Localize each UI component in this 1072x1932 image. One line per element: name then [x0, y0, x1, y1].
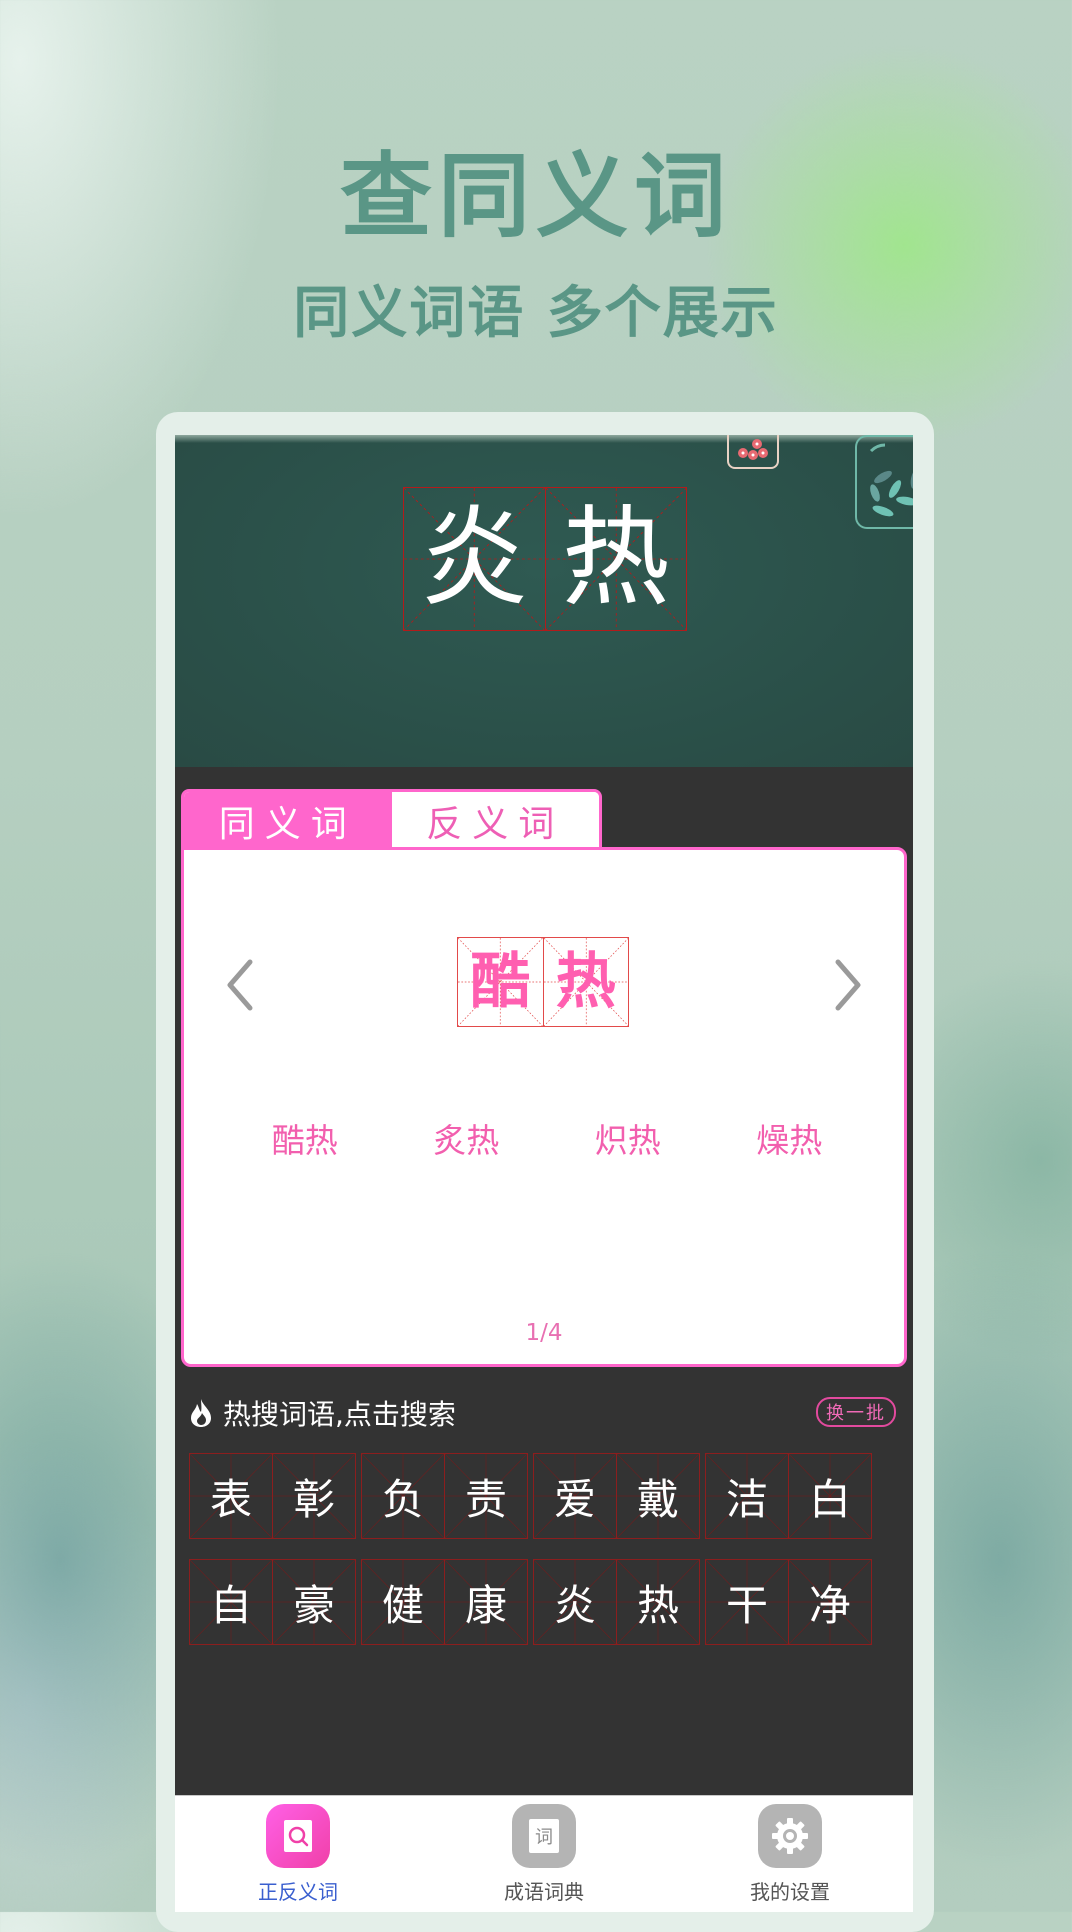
hot-word-char-cell: 炎 — [533, 1559, 617, 1645]
search-book-icon — [266, 1804, 330, 1868]
tab-idiom-dictionary[interactable]: 词 成语词典 — [421, 1796, 667, 1912]
hot-word-char: 戴 — [636, 1474, 679, 1524]
synonym-char-cell: 热 — [543, 938, 628, 1026]
tab-label: 我的设置 — [750, 1880, 830, 1904]
hot-word-char-cell: 彰 — [272, 1453, 356, 1539]
tab-my-settings[interactable]: 我的设置 — [667, 1796, 913, 1912]
hot-word-char: 白 — [808, 1474, 851, 1524]
hot-word-char: 康 — [464, 1580, 507, 1630]
hot-word-char-cell: 表 — [189, 1453, 273, 1539]
hot-word-button[interactable]: 表彰 — [189, 1453, 356, 1539]
chalkboard-header: 炎 热 — [175, 435, 913, 767]
synonym-char-cell: 酷 — [458, 938, 544, 1026]
hot-word-char-cell: 责 — [444, 1453, 528, 1539]
hot-words-row: 自豪健康炎热干净 — [189, 1559, 902, 1645]
hot-word-char-cell: 洁 — [705, 1453, 789, 1539]
hot-word-char: 健 — [381, 1580, 424, 1630]
hot-words-grid: 表彰负责爱戴洁白自豪健康炎热干净 — [189, 1453, 902, 1665]
synonym-item[interactable]: 酷热 — [272, 1114, 338, 1162]
gear-icon — [758, 1804, 822, 1868]
dictionary-icon: 词 — [512, 1804, 576, 1868]
hot-word-char-cell: 自 — [189, 1559, 273, 1645]
chevron-right-icon — [835, 959, 861, 1011]
hot-word-char: 豪 — [292, 1580, 335, 1630]
hot-word-char: 干 — [725, 1580, 768, 1630]
word-char-cell: 炎 — [404, 488, 546, 630]
refresh-batch-button[interactable]: 换一批 — [816, 1397, 896, 1427]
hot-word-char-cell: 净 — [788, 1559, 872, 1645]
hot-word-char: 净 — [808, 1580, 851, 1630]
hot-word-char-cell: 白 — [788, 1453, 872, 1539]
synonym-item[interactable]: 炙热 — [433, 1114, 499, 1162]
hot-word-char-cell: 健 — [361, 1559, 445, 1645]
next-button[interactable] — [824, 950, 874, 1020]
chevron-left-icon — [227, 959, 253, 1011]
hot-word-char: 表 — [209, 1474, 252, 1524]
page-indicator: 1/4 — [525, 1320, 563, 1346]
current-synonym-grid: 酷 热 — [457, 937, 629, 1027]
hot-word-char: 炎 — [553, 1580, 596, 1630]
synonym-list: 酷热 炙热 炽热 燥热 — [224, 1114, 870, 1162]
hot-word-button[interactable]: 干净 — [705, 1559, 872, 1645]
word-char: 热 — [561, 496, 670, 621]
hot-word-button[interactable]: 健康 — [361, 1559, 528, 1645]
flame-icon — [191, 1399, 211, 1427]
bottom-tab-bar: 正反义词 词 成语词典 我的设置 — [175, 1795, 913, 1912]
promo-title: 查同义词 — [339, 143, 732, 250]
hot-word-char-cell: 负 — [361, 1453, 445, 1539]
hot-search-header: 热搜词语,点击搜索 — [189, 1395, 456, 1431]
hot-search-title: 热搜词语,点击搜索 — [223, 1398, 456, 1431]
current-word-grid: 炎 热 — [403, 487, 687, 631]
word-char-cell: 热 — [545, 488, 686, 630]
hot-word-char-cell: 康 — [444, 1559, 528, 1645]
hot-word-button[interactable]: 自豪 — [189, 1559, 356, 1645]
hot-word-char: 热 — [636, 1580, 679, 1630]
hot-word-char: 自 — [209, 1580, 252, 1630]
hot-words-row: 表彰负责爱戴洁白 — [189, 1453, 902, 1539]
synonym-item[interactable]: 燥热 — [756, 1114, 822, 1162]
hot-word-char: 洁 — [725, 1474, 768, 1524]
hot-word-char: 责 — [464, 1474, 507, 1524]
leaves-decoration-icon — [855, 435, 913, 529]
tab-synonyms[interactable]: 同义词 — [184, 792, 392, 850]
tab-bar-synonym-antonym: 同义词 反义词 — [181, 789, 602, 850]
app-screen: 炎 热 同义词 反义词 酷 热 酷热 炙热 炽热 燥热 1/4 热搜词语,点击搜… — [175, 435, 913, 1912]
hot-word-char-cell: 爱 — [533, 1453, 617, 1539]
hot-word-char: 彰 — [292, 1474, 335, 1524]
tab-label: 成语词典 — [504, 1880, 584, 1904]
synonym-char: 热 — [555, 947, 616, 1017]
hot-word-char-cell: 豪 — [272, 1559, 356, 1645]
hot-word-char-cell: 戴 — [616, 1453, 700, 1539]
hot-word-char-cell: 热 — [616, 1559, 700, 1645]
promo-subtitle: 同义词语 多个展示 — [293, 281, 779, 346]
tab-antonyms[interactable]: 反义词 — [391, 792, 599, 850]
synonym-char: 酷 — [470, 947, 531, 1017]
hot-word-button[interactable]: 洁白 — [705, 1453, 872, 1539]
hot-word-button[interactable]: 炎热 — [533, 1559, 700, 1645]
tab-label: 正反义词 — [258, 1880, 338, 1904]
tab-antonym-synonym[interactable]: 正反义词 — [175, 1796, 421, 1912]
synonym-card: 酷 热 酷热 炙热 炽热 燥热 1/4 — [181, 847, 907, 1367]
hot-word-char-cell: 干 — [705, 1559, 789, 1645]
hot-word-char: 负 — [381, 1474, 424, 1524]
hot-word-char: 爱 — [553, 1474, 596, 1524]
synonym-item[interactable]: 炽热 — [595, 1114, 661, 1162]
hot-word-button[interactable]: 负责 — [361, 1453, 528, 1539]
word-char: 炎 — [420, 496, 529, 621]
dictionary-icon-glyph: 词 — [529, 1819, 559, 1853]
hot-word-button[interactable]: 爱戴 — [533, 1453, 700, 1539]
flowers-decoration-icon — [727, 435, 779, 469]
prev-button[interactable] — [214, 950, 264, 1020]
